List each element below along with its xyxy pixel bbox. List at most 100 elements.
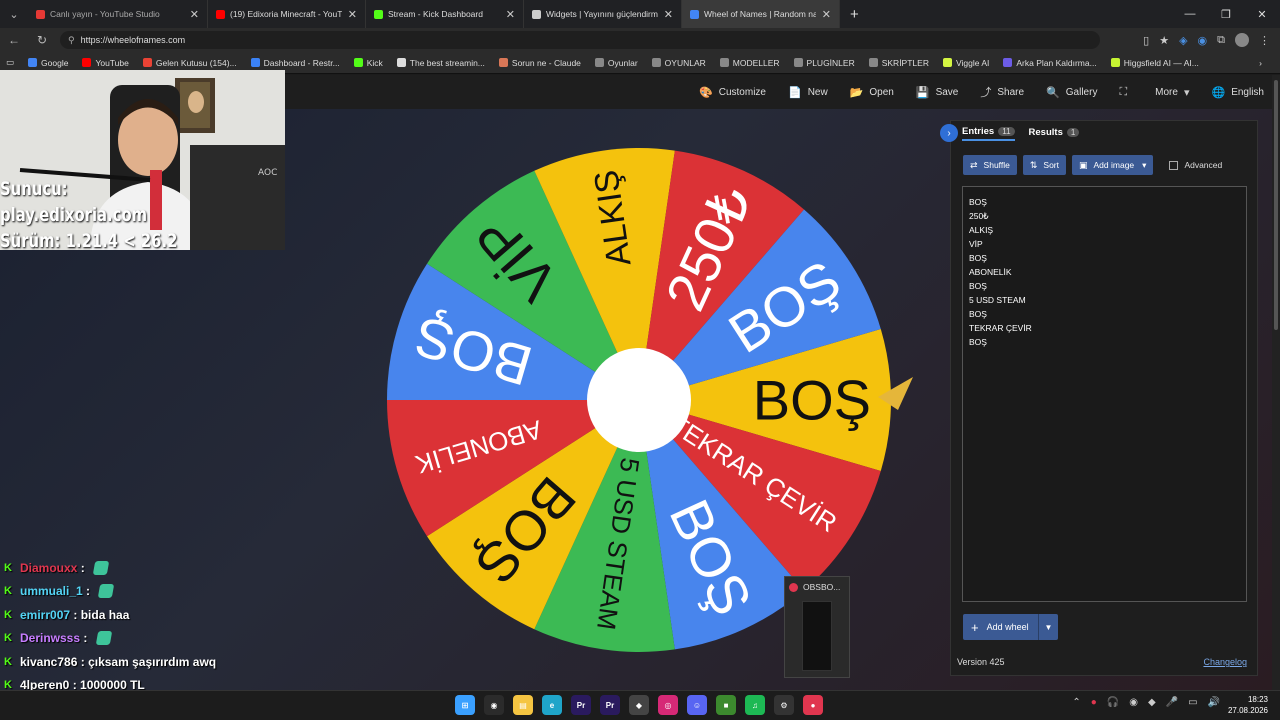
browser-menu-icon[interactable]: ⋮: [1259, 34, 1270, 47]
nav-item-share[interactable]: ⤴ Share: [980, 84, 1024, 100]
bookmark-item[interactable]: Dashboard - Restr...: [250, 58, 340, 68]
browser-tab[interactable]: Widgets | Yayınını güçlendirmek iç ✕: [524, 0, 682, 28]
changelog-link[interactable]: Changelog: [1203, 657, 1247, 667]
taskbar: ⊞ ◉ ▤ e Pr Pr ◆ ◎ ☺ ■ ♫ ⚙ ● ⌃ ● 🎧 ◉ ◆ 🎤 ▭ 🔊 18:23 27…: [0, 690, 1280, 720]
new-tab-button[interactable]: +: [850, 6, 859, 23]
tray-obs-icon[interactable]: ●: [1091, 697, 1097, 708]
close-window-icon[interactable]: ✕: [1244, 0, 1280, 28]
nav-item-save[interactable]: 💾 Save: [916, 86, 959, 99]
extension2-icon[interactable]: ◉: [1198, 34, 1208, 47]
premiere-icon[interactable]: Pr: [571, 695, 591, 715]
bookmark-item[interactable]: YouTube: [82, 58, 129, 68]
checkbox-icon: [1169, 160, 1179, 170]
bookmark-item[interactable]: The best streamin...: [396, 58, 485, 68]
nav-item-fullscreen[interactable]: ⛶: [1119, 86, 1133, 99]
shuffle-button[interactable]: ⇄ Shuffle: [963, 155, 1017, 175]
nav-item-new[interactable]: 📄 New: [788, 86, 828, 99]
premiere2-icon[interactable]: Pr: [600, 695, 620, 715]
tab-title: Wheel of Names | Random na: [704, 9, 816, 19]
tab-close-icon[interactable]: ✕: [506, 8, 515, 21]
extension-icon[interactable]: ◈: [1179, 34, 1187, 47]
tray-app-icon[interactable]: ◆: [1148, 697, 1156, 708]
extensions-puzzle-icon[interactable]: ⧉: [1217, 34, 1225, 47]
tab-close-icon[interactable]: ✕: [348, 8, 357, 21]
add-image-button[interactable]: ▣ Add image ▾: [1072, 155, 1154, 175]
add-wheel-dropdown-icon[interactable]: ▼: [1038, 614, 1058, 640]
microphone-icon[interactable]: 🎤: [1166, 697, 1178, 708]
tray-chevron-icon[interactable]: ⌃: [1072, 697, 1080, 708]
reading-mode-icon[interactable]: ▯: [1143, 34, 1149, 47]
browser-tab[interactable]: (19) Edixoria Minecraft - YouTube ✕: [208, 0, 366, 28]
bookmark-item[interactable]: Viggle AI: [942, 58, 989, 68]
chat-message: K Derinwsss :: [4, 627, 216, 651]
emote-icon: [95, 631, 112, 646]
url-text: https://wheelofnames.com: [80, 35, 186, 45]
browser-tab[interactable]: Canlı yayın - YouTube Studio ✕: [28, 0, 208, 28]
sort-button[interactable]: ⇅ Sort: [1022, 155, 1066, 175]
tab-results[interactable]: Results 1: [1029, 127, 1080, 140]
bookmark-item[interactable]: Google: [28, 58, 68, 68]
chat-username: ummuali_1: [20, 584, 83, 599]
headset-icon[interactable]: 🎧: [1107, 697, 1119, 708]
chrome-icon[interactable]: ◉: [484, 695, 504, 715]
site-info-icon[interactable]: ⚲: [68, 35, 75, 46]
bookmark-item[interactable]: PLUGİNLER: [793, 58, 855, 68]
bookmark-item[interactable]: OYUNLAR: [651, 58, 706, 68]
files-icon[interactable]: ▤: [513, 695, 533, 715]
browser-tab[interactable]: Wheel of Names | Random na ✕: [682, 0, 840, 28]
bookmark-item[interactable]: Higgsfield AI — AI...: [1110, 58, 1199, 68]
bookmarks-more-icon[interactable]: ›: [1259, 58, 1262, 68]
reload-icon[interactable]: ↻: [28, 33, 56, 47]
nav-item-open[interactable]: 📂 Open: [850, 86, 894, 99]
add-wheel-button[interactable]: + Add wheel ▼: [963, 614, 1058, 640]
tab-close-icon[interactable]: ✕: [190, 8, 199, 21]
bookmarks-menu-icon[interactable]: ▭: [6, 57, 14, 68]
bookmark-favicon-icon: [651, 58, 661, 67]
bookmark-item[interactable]: Gelen Kutusu (154)...: [142, 58, 237, 68]
browser-tab[interactable]: Stream - Kick Dashboard ✕: [366, 0, 524, 28]
bookmark-star-icon[interactable]: ★: [1159, 34, 1169, 47]
back-icon[interactable]: ←: [0, 33, 28, 47]
profile-avatar-icon[interactable]: [1235, 33, 1249, 47]
obs-preview-popup[interactable]: OBSBO...: [784, 576, 850, 678]
windows-start-icon[interactable]: ⊞: [455, 695, 475, 715]
minecraft-icon[interactable]: ■: [716, 695, 736, 715]
overlay-line-3: Sürüm: 1.21.4 < 26.2: [0, 230, 178, 252]
collapse-panel-icon[interactable]: ›: [940, 124, 958, 142]
bookmark-item[interactable]: Arka Plan Kaldırma...: [1003, 58, 1097, 68]
clock[interactable]: 18:23 27.08.2026: [1228, 694, 1268, 716]
advanced-checkbox[interactable]: Advanced: [1169, 160, 1222, 170]
bookmark-item[interactable]: Sorun ne - Claude: [498, 58, 581, 68]
discord-icon[interactable]: ☺: [687, 695, 707, 715]
app-icon[interactable]: ◆: [629, 695, 649, 715]
nav-item-more[interactable]: More ▾: [1155, 86, 1189, 99]
nav-item-customize[interactable]: 🎨 Customize: [699, 86, 766, 99]
volume-icon[interactable]: 🔊: [1208, 697, 1220, 708]
page-scrollbar[interactable]: [1272, 75, 1280, 690]
tab-close-icon[interactable]: ✕: [664, 8, 673, 21]
instagram-icon[interactable]: ◎: [658, 695, 678, 715]
url-field[interactable]: ⚲ https://wheelofnames.com: [60, 31, 1100, 49]
bookmark-item[interactable]: Kick: [353, 58, 383, 68]
chat-username: emirr007: [20, 607, 71, 622]
tab-list-chevron-icon[interactable]: ⌄: [0, 0, 28, 28]
maximize-icon[interactable]: ❐: [1208, 0, 1244, 28]
entries-textarea[interactable]: BOŞ 250₺ ALKIŞ VİP BOŞ ABONELİK BOŞ 5 USD STEAM…: [962, 186, 1247, 602]
edge-icon[interactable]: e: [542, 695, 562, 715]
nav-item-gallery[interactable]: 🔍 Gallery: [1046, 86, 1097, 99]
chat-separator: :: [80, 631, 91, 646]
network-icon[interactable]: ▭: [1188, 697, 1197, 708]
bookmark-item[interactable]: MODELLER: [719, 58, 780, 68]
tab-title: Stream - Kick Dashboard: [388, 9, 483, 19]
tab-close-icon[interactable]: ✕: [822, 8, 831, 21]
bookmark-item[interactable]: Oyunlar: [594, 58, 638, 68]
tab-entries[interactable]: Entries 11: [962, 126, 1015, 141]
spotify-icon[interactable]: ♫: [745, 695, 765, 715]
wheel-center-hub[interactable]: [587, 348, 691, 452]
minimize-icon[interactable]: —: [1172, 0, 1208, 28]
nav-item-english[interactable]: 🌐 English: [1211, 86, 1264, 99]
obs-icon[interactable]: ●: [803, 695, 823, 715]
steam-icon[interactable]: ⚙: [774, 695, 794, 715]
steam-tray-icon[interactable]: ◉: [1129, 697, 1138, 708]
bookmark-item[interactable]: SKRİPTLER: [868, 58, 929, 68]
